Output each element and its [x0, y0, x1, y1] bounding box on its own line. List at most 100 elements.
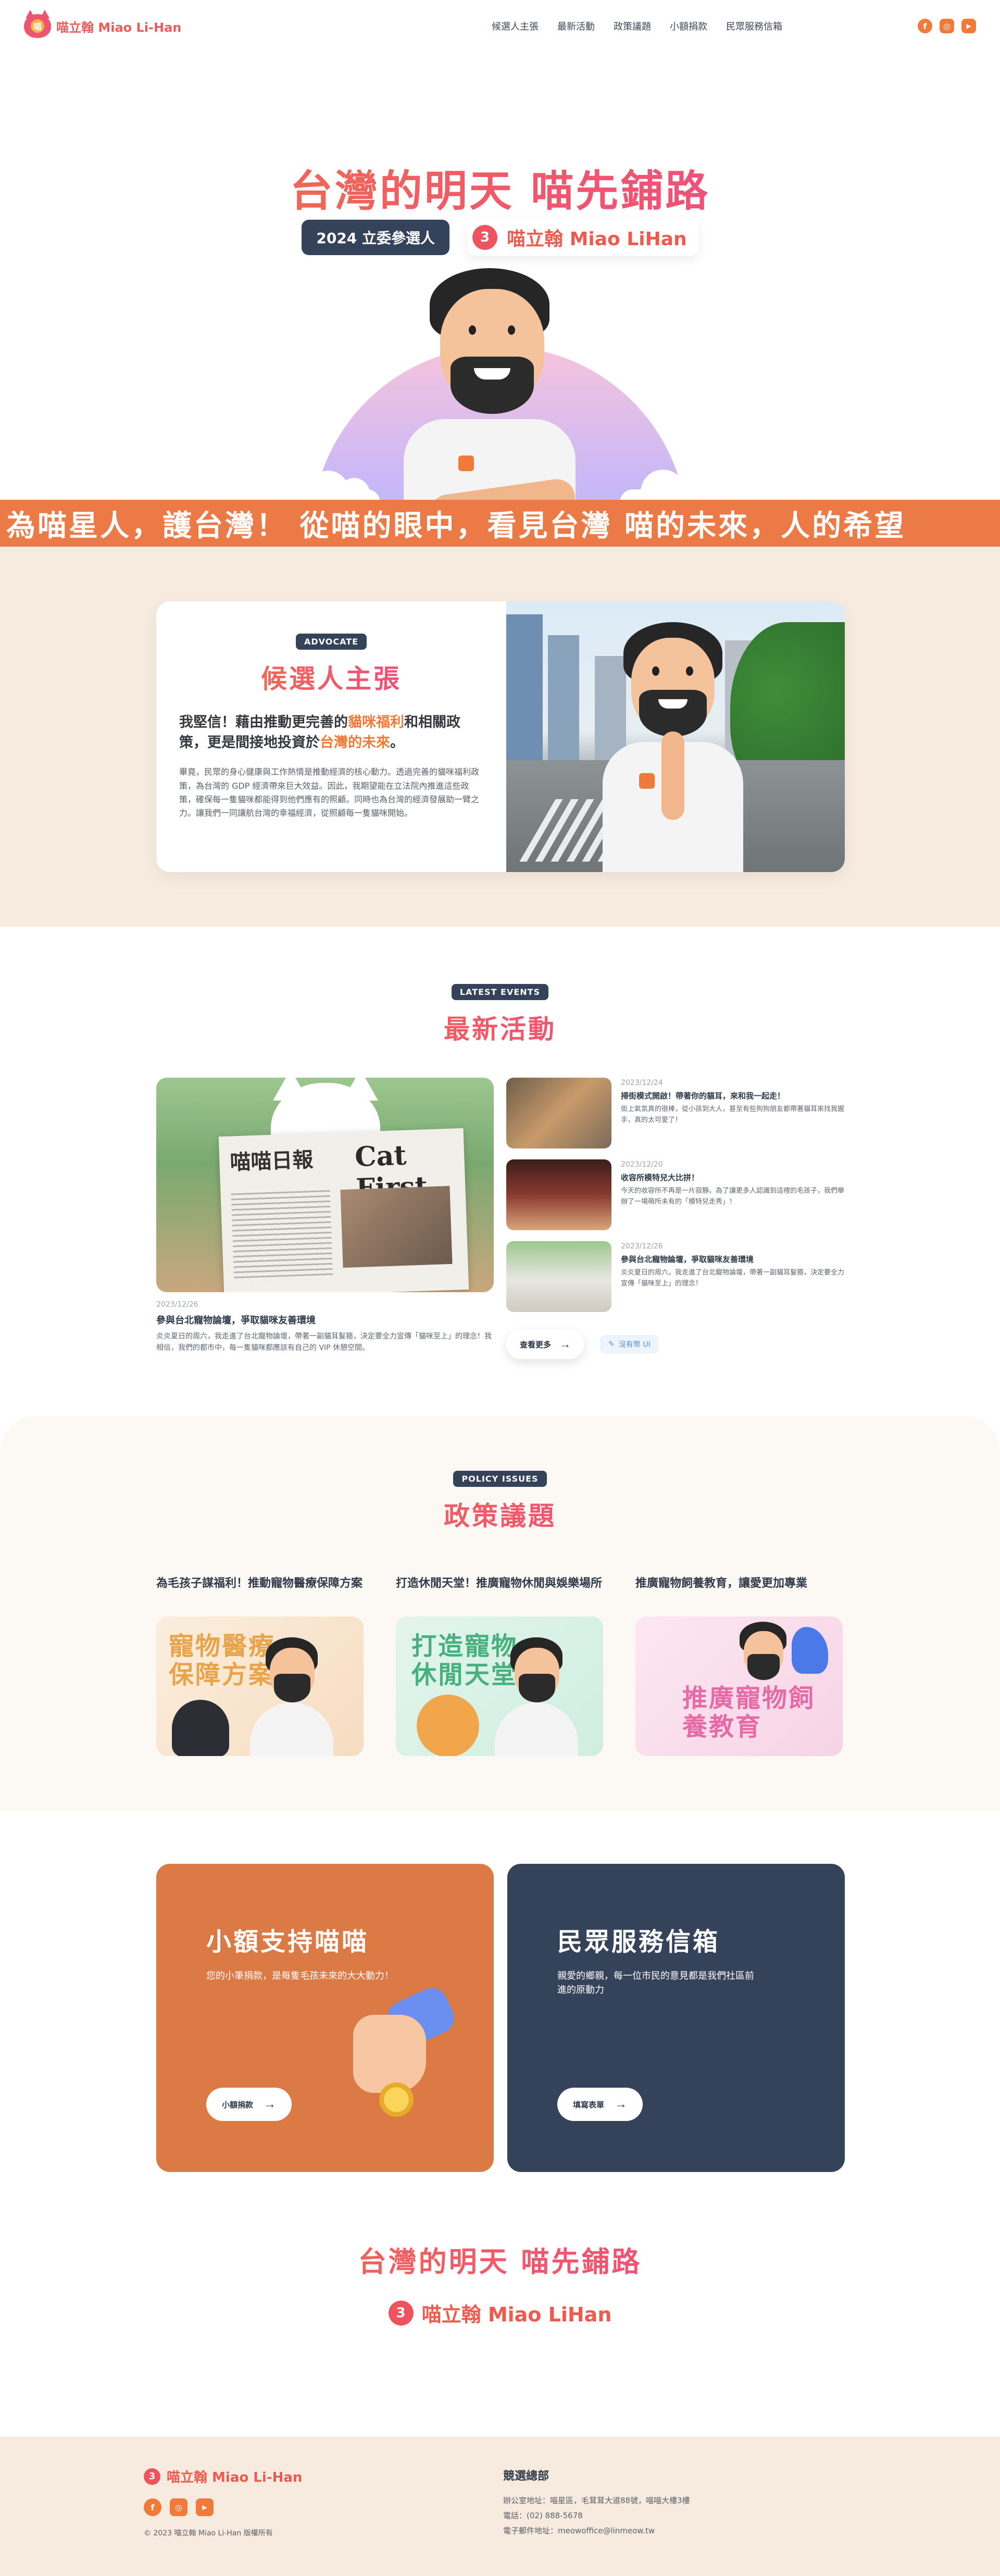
youtube-icon[interactable]: ▶ [196, 2498, 214, 2516]
donate-title: 小額支持喵喵 [206, 1927, 369, 1956]
policy-card[interactable]: 打造休閒天堂！推廣寵物休閒與娛樂場所 打造寵物休閒天堂 [396, 1575, 603, 1756]
view-more-button[interactable]: 查看更多 → [506, 1329, 585, 1359]
youtube-icon[interactable]: ▶ [961, 19, 976, 33]
event-list: 2023/12/24 掃街模式開啟！帶著你的貓耳，來和我一起走！ 街上氣氛真的很… [506, 1078, 845, 1359]
policy-card-image: 打造寵物休閒天堂 [396, 1617, 603, 1756]
footer-brand-block: 3 喵立翰 Miao Li-Han f ◎ ▶ © 2023 喵立翰 Miao … [144, 2467, 302, 2538]
donate-card: 小額支持喵喵 您的小筆捐款，是每隻毛孩未來的大大動力！ 小額捐款 → [156, 1864, 494, 2172]
hero-illustration [0, 52, 1000, 722]
closing-title: 台灣的明天 喵先鋪路 [0, 2239, 1000, 2280]
policy-section: POLICY ISSUES 政策議題 為毛孩子謀福利！推動寵物醫療保障方案 寵物… [0, 1416, 1000, 1812]
header-socials: f ◎ ▶ [918, 19, 976, 33]
office-address: 辦公室地址：喵星區，毛茸茸大道88號，喵喵大樓3樓 [503, 2496, 690, 2505]
fill-form-button[interactable]: 填寫表單 → [557, 2088, 643, 2121]
advocate-text: ADVOCATE 候選人主張 我堅信！藉由推動更完善的貓咪福利和相關政策，更是間… [156, 601, 506, 872]
arrow-right-icon: → [615, 2097, 628, 2111]
featured-event-image: 喵喵日報 Cat First [156, 1078, 494, 1292]
hero-title: 台灣的明天 喵先鋪路 [0, 156, 1000, 218]
advocate-lead: 我堅信！藉由推動更完善的貓咪福利和相關政策，更是間接地投資於台灣的未來。 [179, 714, 460, 751]
shirt-logo [458, 456, 474, 471]
policy-card[interactable]: 為毛孩子謀福利！推動寵物醫療保障方案 寵物醫療保障方案 [156, 1575, 364, 1756]
no-data-label: 沒有幣 UI [618, 1341, 651, 1349]
policy-grid: 為毛孩子謀福利！推動寵物醫療保障方案 寵物醫療保障方案 打造休閒天堂！推廣寵物休… [156, 1575, 845, 1756]
advocate-body: 畢竟，民眾的身心健康與工作熱情是推動經濟的核心動力。透過完善的貓咪福利政策，為台… [179, 767, 480, 818]
site-footer: 3 喵立翰 Miao Li-Han f ◎ ▶ © 2023 喵立翰 Miao … [0, 2436, 1000, 2576]
pencil-icon: ✎ [608, 1340, 615, 1348]
event-item[interactable]: 2023/12/26 參與台北寵物論壇，爭取貓咪友善環境 炎炎夏日的周六，我走進… [506, 1241, 845, 1323]
advocate-tag: ADVOCATE [295, 634, 367, 650]
hero-section: 台灣的明天 喵先鋪路 2024 立委參選人 3 喵立翰 Miao LiHan [0, 52, 1000, 722]
event-title: 掃街模式開啟！帶著你的貓耳，來和我一起走！ [621, 1091, 785, 1101]
ballot-number: 3 [472, 225, 498, 250]
candidate-name: 喵立翰 Miao LiHan [507, 229, 687, 250]
candidate-tag: 2024 立委參選人 [302, 220, 450, 255]
events-title: 最新活動 [0, 1008, 1000, 1046]
facebook-icon[interactable]: f [918, 19, 932, 33]
event-date: 2023/12/26 [621, 1242, 663, 1251]
brand-name: 喵立翰 Miao Li-Han [56, 20, 182, 35]
mailbox-desc: 親愛的鄉親，每一位市民的意見都是我們社區前進的原動力 [557, 1971, 754, 1996]
closing-candidate-name: 喵立翰 Miao LiHan [421, 2303, 612, 2326]
advocate-photo [506, 601, 845, 872]
featured-event[interactable]: 喵喵日報 Cat First 2023/12/26 參與台北寵物論壇，爭取貓咪友… [156, 1078, 494, 1354]
featured-event-date: 2023/12/26 [156, 1300, 198, 1309]
policy-card-title: 為毛孩子謀福利！推動寵物醫療保障方案 [156, 1577, 363, 1590]
events-more-row: 查看更多 → ✎ 沒有幣 UI [506, 1329, 845, 1359]
event-item[interactable]: 2023/12/20 收容所模特兒大比拼！ 今天的收容所不再是一片寂靜。為了讓更… [506, 1159, 845, 1241]
candidate-character [404, 216, 591, 554]
hero-subtitle: 2024 立委參選人 3 喵立翰 Miao LiHan [0, 219, 1000, 256]
nav-policy[interactable]: 政策議題 [614, 19, 651, 33]
event-date: 2023/12/24 [621, 1079, 663, 1087]
instagram-icon[interactable]: ◎ [940, 19, 954, 33]
mailbox-title: 民眾服務信箱 [557, 1927, 720, 1956]
advocate-title: 候選人主張 [179, 658, 483, 696]
hand-coin-icon [338, 1982, 459, 2117]
office-email[interactable]: 電子郵件地址：meowoffice@linmeow.tw [503, 2525, 690, 2536]
policy-card-image: 寵物醫療保障方案 [156, 1617, 364, 1756]
cat-logo-icon: 喵 [24, 10, 51, 38]
event-desc: 街上氣氛真的很棒，從小孩到大人，甚至有些狗狗朋友都帶著貓耳來找我握手，真的太可愛… [621, 1105, 845, 1124]
donate-desc: 您的小筆捐款，是每隻毛孩未來的大大動力！ [206, 1971, 394, 1981]
featured-event-title: 參與台北寵物論壇，爭取貓咪友善環境 [156, 1315, 316, 1326]
marquee-text: 為喵星人，護台灣！ 從喵的眼中，看見台灣 喵的未來，人的希望 [6, 509, 906, 543]
footer-socials: f ◎ ▶ [144, 2498, 302, 2516]
arrow-right-icon: → [264, 2097, 277, 2111]
view-more-label: 查看更多 [520, 1340, 552, 1349]
newspaper-headline-left: 喵喵日報 [229, 1147, 314, 1175]
no-data-badge: ✎ 沒有幣 UI [600, 1335, 659, 1354]
event-date: 2023/12/20 [621, 1160, 663, 1169]
ballot-number: 3 [144, 2468, 160, 2485]
office-phone[interactable]: 電話：(02) 888-5678 [503, 2510, 690, 2521]
footer-contact: 競選總部 辦公室地址：喵星區，毛茸茸大道88號，喵喵大樓3樓 電話：(02) 8… [503, 2467, 690, 2536]
events-tag: LATEST EVENTS [451, 984, 549, 1000]
instagram-icon[interactable]: ◎ [170, 2498, 188, 2516]
nav-donate[interactable]: 小額捐款 [670, 19, 707, 33]
policy-card-image: 推廣寵物飼養教育 [635, 1617, 843, 1756]
policy-card-title: 打造休閒天堂！推廣寵物休閒與娛樂場所 [396, 1577, 603, 1590]
event-thumb [506, 1159, 611, 1230]
nav-advocate[interactable]: 候選人主張 [492, 19, 539, 33]
featured-event-desc: 炎炎夏日的周六，我走進了台北寵物論壇，帶著一副貓耳髮箍，決定要全力宣傳「貓咪至上… [156, 1332, 492, 1353]
arrow-right-icon: → [559, 1337, 571, 1350]
brand[interactable]: 喵 喵立翰 Miao Li-Han [24, 10, 182, 38]
site-header: 喵 喵立翰 Miao Li-Han 候選人主張 最新活動 政策議題 小額捐款 民… [0, 0, 1000, 52]
nav-mailbox[interactable]: 民眾服務信箱 [726, 19, 782, 33]
facebook-icon[interactable]: f [144, 2498, 161, 2516]
events-heading: LATEST EVENTS 最新活動 [0, 984, 1000, 1046]
event-item[interactable]: 2023/12/24 掃街模式開啟！帶著你的貓耳，來和我一起走！ 街上氣氛真的很… [506, 1078, 845, 1159]
donate-button[interactable]: 小額捐款 → [206, 2088, 292, 2121]
closing-candidate: 3 喵立翰 Miao LiHan [0, 2299, 1000, 2327]
closing-banner: 台灣的明天 喵先鋪路 3 喵立翰 Miao LiHan [0, 2239, 1000, 2327]
nav-events[interactable]: 最新活動 [557, 19, 595, 33]
event-desc: 今天的收容所不再是一片寂靜。為了讓更多人認識到這裡的毛孩子，我們舉辦了一場萌所未… [621, 1187, 845, 1206]
copyright: © 2023 喵立翰 Miao Li-Han 版權所有 [144, 2529, 273, 2537]
candidate-badge: 3 喵立翰 Miao LiHan [467, 219, 698, 256]
main-nav: 候選人主張 最新活動 政策議題 小額捐款 民眾服務信箱 [492, 19, 782, 33]
ballot-number: 3 [388, 2300, 414, 2326]
mailbox-card: 民眾服務信箱 親愛的鄉親，每一位市民的意見都是我們社區前進的原動力 填寫表單 → [507, 1864, 845, 2172]
policy-card[interactable]: 推廣寵物飼養教育，讓愛更加專業 推廣寵物飼養教育 [635, 1575, 843, 1756]
event-thumb [506, 1241, 611, 1312]
policy-card-title: 推廣寵物飼養教育，讓愛更加專業 [635, 1577, 808, 1590]
advocate-card: ADVOCATE 候選人主張 我堅信！藉由推動更完善的貓咪福利和相關政策，更是間… [156, 601, 845, 872]
event-thumb [506, 1078, 611, 1148]
